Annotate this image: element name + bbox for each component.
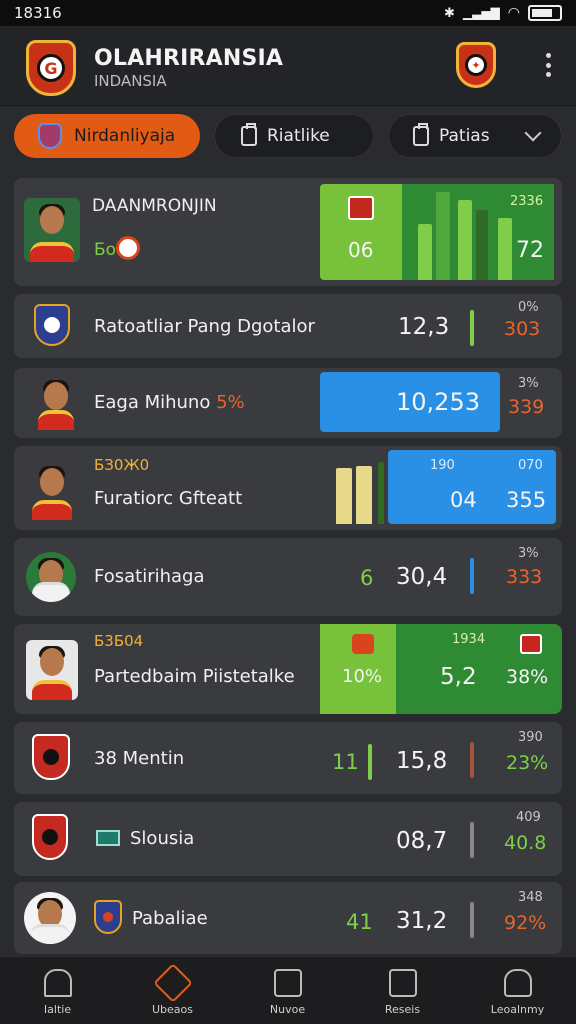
filter-chip-active[interactable]: Nirdanliyaja — [14, 114, 200, 158]
club-badge-icon — [94, 900, 122, 934]
battery-icon — [528, 5, 562, 21]
stat-panel: 190 070 04 355 — [388, 450, 556, 524]
app-title: OLAHRIRANSIA — [94, 46, 284, 71]
list-item[interactable]: Б3Б04 Partedbaim Piistetalke 10% 1934 5,… — [14, 624, 562, 714]
list-item[interactable]: Slousia 08,7 409 40.8 — [14, 802, 562, 876]
trend-marker — [470, 558, 474, 594]
news-icon — [273, 969, 302, 997]
flag-icon — [96, 830, 120, 846]
club-badge-icon — [32, 734, 70, 780]
chevron-down-icon — [524, 124, 542, 142]
trend-marker — [368, 744, 372, 780]
mini-bar-chart — [336, 454, 388, 524]
team-badge-icon — [116, 236, 140, 260]
clipboard-icon — [413, 123, 429, 146]
nav-item-news[interactable]: Nuvoe — [230, 965, 345, 1016]
club-badge-icon — [32, 814, 68, 860]
list-item[interactable]: Fosatirihaga 6 30,4 3% 333 — [14, 538, 562, 616]
trend-marker — [470, 310, 474, 346]
list-item[interactable]: 38 Mentin 11 15,8 390 23% — [14, 722, 562, 794]
flag-icon — [348, 196, 374, 220]
flag-icon — [352, 634, 374, 654]
house-icon — [503, 969, 532, 997]
nav-item-matches[interactable]: Ubeaos — [115, 963, 230, 1016]
player-avatar — [26, 640, 78, 700]
trend-marker — [470, 822, 474, 858]
star-icon — [388, 969, 417, 997]
nav-item-results[interactable]: Reseis — [345, 965, 460, 1016]
nav-item-leaderboard[interactable]: Leoalnmy — [460, 965, 575, 1016]
trend-marker — [470, 742, 474, 778]
club-crest-icon[interactable]: ✦ — [456, 42, 496, 88]
filter-chip-second[interactable]: Riatlike — [214, 114, 374, 158]
list-item[interactable]: Eaga Mihuno 5% 10,253 3% 339 — [14, 368, 562, 438]
list-item[interactable]: Ratoatliar Pang Dgotalor 12,3 0% 303 — [14, 294, 562, 358]
player-avatar — [26, 552, 76, 602]
stat-panel: 06 2336 72 — [320, 184, 554, 280]
bluetooth-icon: ✱ — [443, 5, 455, 21]
app-header: G OLAHRIRANSIA INDANSIA ✦ — [0, 26, 576, 106]
player-avatar — [26, 460, 78, 520]
status-time: 18316 — [14, 4, 62, 22]
stat-panel: 10,253 — [320, 372, 500, 432]
stat-panel: 10% 1934 5,2 38% — [320, 624, 562, 714]
filter-bar: Nirdanliyaja Riatlike Patias — [0, 106, 576, 166]
filter-dropdown[interactable]: Patias — [388, 114, 562, 158]
nav-item-home[interactable]: Ialtie — [0, 965, 115, 1016]
app-subtitle: INDANSIA — [94, 72, 167, 90]
player-avatar — [32, 374, 80, 430]
list-item[interactable]: БЗ0Ж0 Furatiorc Gfteatt 190 070 04 355 — [14, 446, 562, 530]
clipboard-icon — [241, 123, 257, 146]
more-options-icon[interactable] — [538, 50, 558, 80]
signal-icon: ▁▃▅▇ — [462, 6, 500, 20]
bottom-navigation: Ialtie Ubeaos Nuvoe Reseis Leoalnmy — [0, 956, 576, 1024]
club-badge-icon — [34, 304, 70, 346]
status-bar: 18316 ✱ ▁▃▅▇ ◠ — [0, 0, 576, 26]
player-avatar — [24, 198, 80, 262]
trend-marker — [470, 902, 474, 938]
list-item[interactable]: DAANMRONJIN Бо 06 2336 72 — [14, 178, 562, 286]
list-item[interactable]: Pabaliae 41 31,2 348 92% — [14, 882, 562, 954]
player-avatar — [24, 892, 76, 944]
team-crest-logo: G — [26, 40, 76, 96]
wifi-icon: ◠ — [507, 5, 520, 21]
league-badge-icon — [38, 123, 62, 149]
flag-icon — [520, 634, 542, 654]
home-icon — [43, 969, 72, 997]
pencil-icon — [152, 963, 193, 1003]
